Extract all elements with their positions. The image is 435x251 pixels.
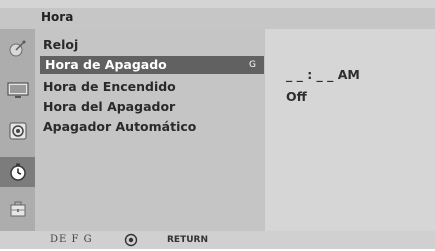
- enter-key-hint: G: [249, 60, 256, 70]
- title-bar: Hora: [0, 8, 435, 29]
- menu-list: Reloj Hora de Apagado G Hora de Encendid…: [35, 29, 265, 231]
- menu-item-label: Apagador Automático: [43, 119, 197, 134]
- nav-keys-hint: DE F G: [50, 234, 93, 245]
- category-sidebar: [0, 29, 35, 231]
- sidebar-item-audio[interactable]: [5, 119, 31, 143]
- ok-button-icon: [124, 232, 138, 247]
- menu-item-label: Hora de Apagado: [45, 57, 167, 72]
- sidebar-item-time[interactable]: [0, 157, 35, 187]
- footer-hints: DE F G RETURN: [0, 231, 435, 249]
- value-panel: _ _ : _ _ AM Off: [265, 29, 435, 231]
- return-hint: RETURN: [167, 235, 208, 245]
- off-time-value: _ _ : _ _ AM: [286, 67, 360, 82]
- osd-menu: Hora Reloj Hora de Apagado G Hora de Enc…: [0, 0, 435, 249]
- menu-item-off-time[interactable]: Hora de Apagado G: [40, 56, 264, 74]
- clock-icon: [8, 162, 28, 182]
- menu-item-label: Hora del Apagador: [43, 99, 176, 114]
- menu-item-on-time[interactable]: Hora de Encendido: [43, 78, 176, 96]
- menu-item-auto-sleep[interactable]: Apagador Automático: [43, 118, 196, 136]
- sidebar-item-station[interactable]: [5, 37, 31, 61]
- off-time-status: Off: [286, 89, 307, 104]
- menu-item-clock[interactable]: Reloj: [43, 36, 78, 54]
- page-title: Hora: [41, 10, 74, 24]
- satellite-dish-icon: [8, 39, 28, 59]
- toolbox-icon: [8, 199, 28, 219]
- sidebar-item-option[interactable]: [5, 197, 31, 221]
- speaker-icon: [8, 121, 28, 141]
- sidebar-item-picture[interactable]: [5, 79, 31, 103]
- menu-item-label: Hora de Encendido: [43, 79, 176, 94]
- menu-item-sleep-time[interactable]: Hora del Apagador: [43, 98, 175, 116]
- monitor-icon: [7, 82, 29, 100]
- menu-item-label: Reloj: [43, 37, 79, 52]
